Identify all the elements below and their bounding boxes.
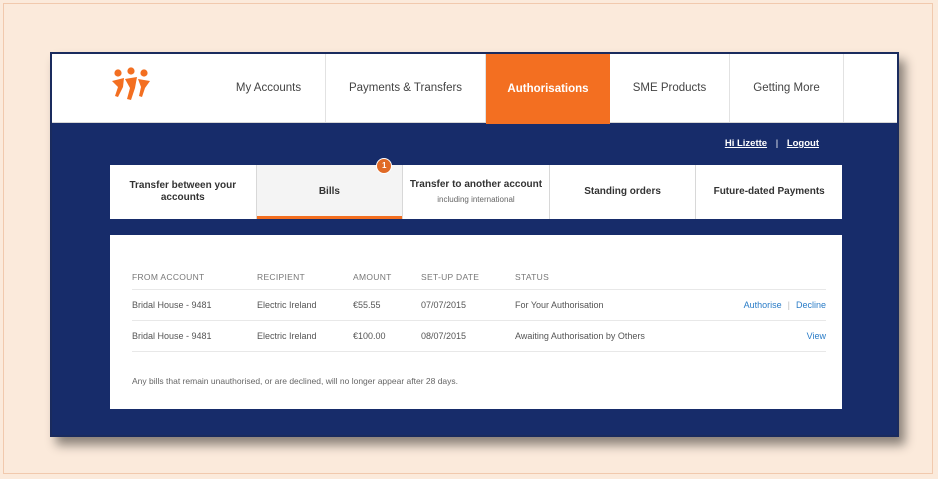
column-header: STATUS <box>515 272 550 282</box>
authorise-link[interactable]: Authorise <box>744 300 782 310</box>
status-cell: Awaiting Authorisation by Others <box>515 331 645 341</box>
sub-tab-label: Transfer to another account <box>409 178 543 190</box>
bank-logo-icon[interactable] <box>109 67 153 103</box>
setup-date-cell: 08/07/2015 <box>421 331 467 341</box>
bills-panel: FROM ACCOUNT RECIPIENT AMOUNT SET-UP DAT… <box>110 235 842 409</box>
nav-tab-sme-products[interactable]: SME Products <box>610 54 730 122</box>
recipient-cell: Electric Ireland <box>257 331 317 341</box>
column-header: RECIPIENT <box>257 272 306 282</box>
sub-tab-standing-orders[interactable]: Standing orders <box>550 165 697 219</box>
sub-tab-future-dated-payments[interactable]: Future-dated Payments <box>696 165 842 219</box>
table-header-row: FROM ACCOUNT RECIPIENT AMOUNT SET-UP DAT… <box>132 265 826 290</box>
decline-link[interactable]: Decline <box>796 300 826 310</box>
nav-tab-authorisations[interactable]: Authorisations <box>486 54 610 124</box>
setup-date-cell: 07/07/2015 <box>421 300 467 310</box>
row-actions: View <box>807 331 826 341</box>
column-header: SET-UP DATE <box>421 272 480 282</box>
user-bar-separator: | <box>775 138 779 149</box>
bills-footnote: Any bills that remain unauthorised, or a… <box>132 376 459 386</box>
sub-tab-bills[interactable]: Bills 1 <box>256 158 404 219</box>
nav-tab-getting-more[interactable]: Getting More <box>730 54 844 122</box>
nav-tab-my-accounts[interactable]: My Accounts <box>212 54 326 122</box>
sub-tab-label: Bills <box>318 186 340 197</box>
recipient-cell: Electric Ireland <box>257 300 317 310</box>
amount-cell: €55.55 <box>353 300 381 310</box>
sub-tab-label: Transfer between your accounts <box>129 180 237 203</box>
banking-app-window: My Accounts Payments & Transfers Authori… <box>50 52 899 437</box>
sub-tab-transfer-between-accounts[interactable]: Transfer between your accounts <box>110 165 257 219</box>
column-header: AMOUNT <box>353 272 392 282</box>
bills-count-badge: 1 <box>376 158 393 174</box>
bills-table: FROM ACCOUNT RECIPIENT AMOUNT SET-UP DAT… <box>132 265 826 352</box>
view-link[interactable]: View <box>807 331 826 341</box>
table-row: Bridal House - 9481 Electric Ireland €55… <box>132 290 826 321</box>
from-account-cell: Bridal House - 9481 <box>132 331 212 341</box>
amount-cell: €100.00 <box>353 331 386 341</box>
sub-tab-sublabel: including international <box>437 194 515 204</box>
sub-tab-transfer-to-another-account[interactable]: Transfer to another account including in… <box>403 165 550 219</box>
table-row: Bridal House - 9481 Electric Ireland €10… <box>132 321 826 352</box>
sub-tab-label: Standing orders <box>584 186 661 197</box>
action-divider: | <box>787 300 790 310</box>
row-actions: Authorise | Decline <box>744 300 826 310</box>
top-navigation: My Accounts Payments & Transfers Authori… <box>52 54 897 124</box>
nav-tab-payments-transfers[interactable]: Payments & Transfers <box>326 54 486 122</box>
logout-link[interactable]: Logout <box>787 138 819 149</box>
column-header: FROM ACCOUNT <box>132 272 205 282</box>
from-account-cell: Bridal House - 9481 <box>132 300 212 310</box>
sub-tab-label: Future-dated Payments <box>713 186 825 197</box>
user-greeting-link[interactable]: Hi Lizette <box>725 138 767 149</box>
user-bar: Hi Lizette | Logout <box>725 138 819 149</box>
sub-tab-bar: Transfer between your accounts Bills 1 T… <box>110 158 842 219</box>
status-cell: For Your Authorisation <box>515 300 604 310</box>
